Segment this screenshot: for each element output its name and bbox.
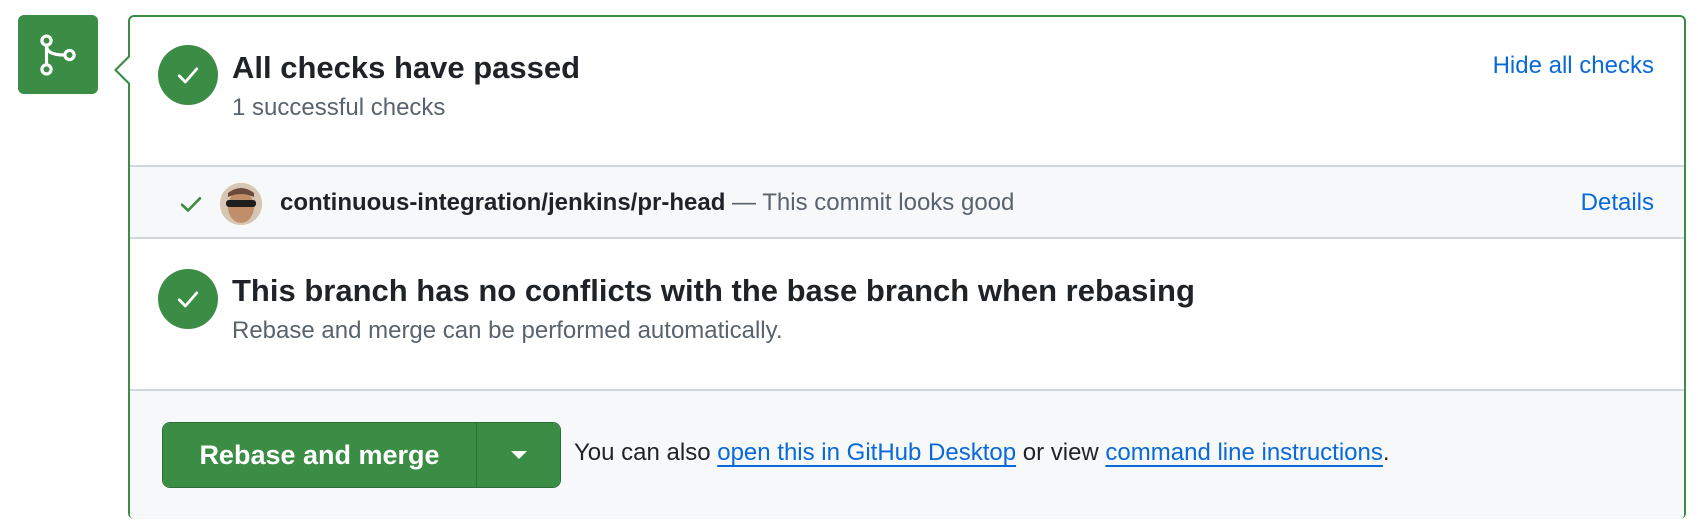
merge-method-dropdown-button[interactable] [476, 423, 560, 487]
command-line-instructions-link[interactable]: command line instructions [1105, 439, 1382, 466]
conflicts-subtitle: Rebase and merge can be performed automa… [232, 317, 783, 344]
rebase-and-merge-button[interactable]: Rebase and merge [163, 423, 476, 487]
checks-subtitle: 1 successful checks [232, 94, 446, 121]
checks-summary: All checks have passed 1 successful chec… [130, 17, 1684, 165]
check-icon [158, 269, 218, 329]
check-icon [178, 191, 204, 222]
check-item-description: — This commit looks good [725, 189, 1015, 216]
merge-actions: Rebase and merge You can also open this … [130, 389, 1684, 519]
check-item-name: continuous-integration/jenkins/pr-head [280, 189, 726, 216]
avatar [220, 183, 262, 225]
open-in-desktop-link[interactable]: open this in GitHub Desktop [717, 439, 1016, 466]
git-merge-icon [18, 15, 98, 94]
conflicts-summary: This branch has no conflicts with the ba… [130, 239, 1684, 389]
merge-panel: All checks have passed 1 successful chec… [114, 15, 1686, 519]
triangle-down-icon [510, 451, 527, 459]
check-icon [158, 45, 218, 105]
merge-hint: You can also open this in GitHub Desktop… [574, 439, 1390, 466]
check-item-text: continuous-integration/jenkins/pr-head —… [280, 189, 1014, 217]
merge-button-group: Rebase and merge [162, 422, 561, 488]
check-item-row: continuous-integration/jenkins/pr-head —… [130, 165, 1684, 239]
conflicts-title: This branch has no conflicts with the ba… [232, 273, 1195, 308]
merge-box: All checks have passed 1 successful chec… [0, 0, 1698, 532]
checks-title: All checks have passed [232, 50, 581, 85]
hide-all-checks-link[interactable]: Hide all checks [1493, 52, 1654, 80]
details-link[interactable]: Details [1581, 189, 1654, 217]
